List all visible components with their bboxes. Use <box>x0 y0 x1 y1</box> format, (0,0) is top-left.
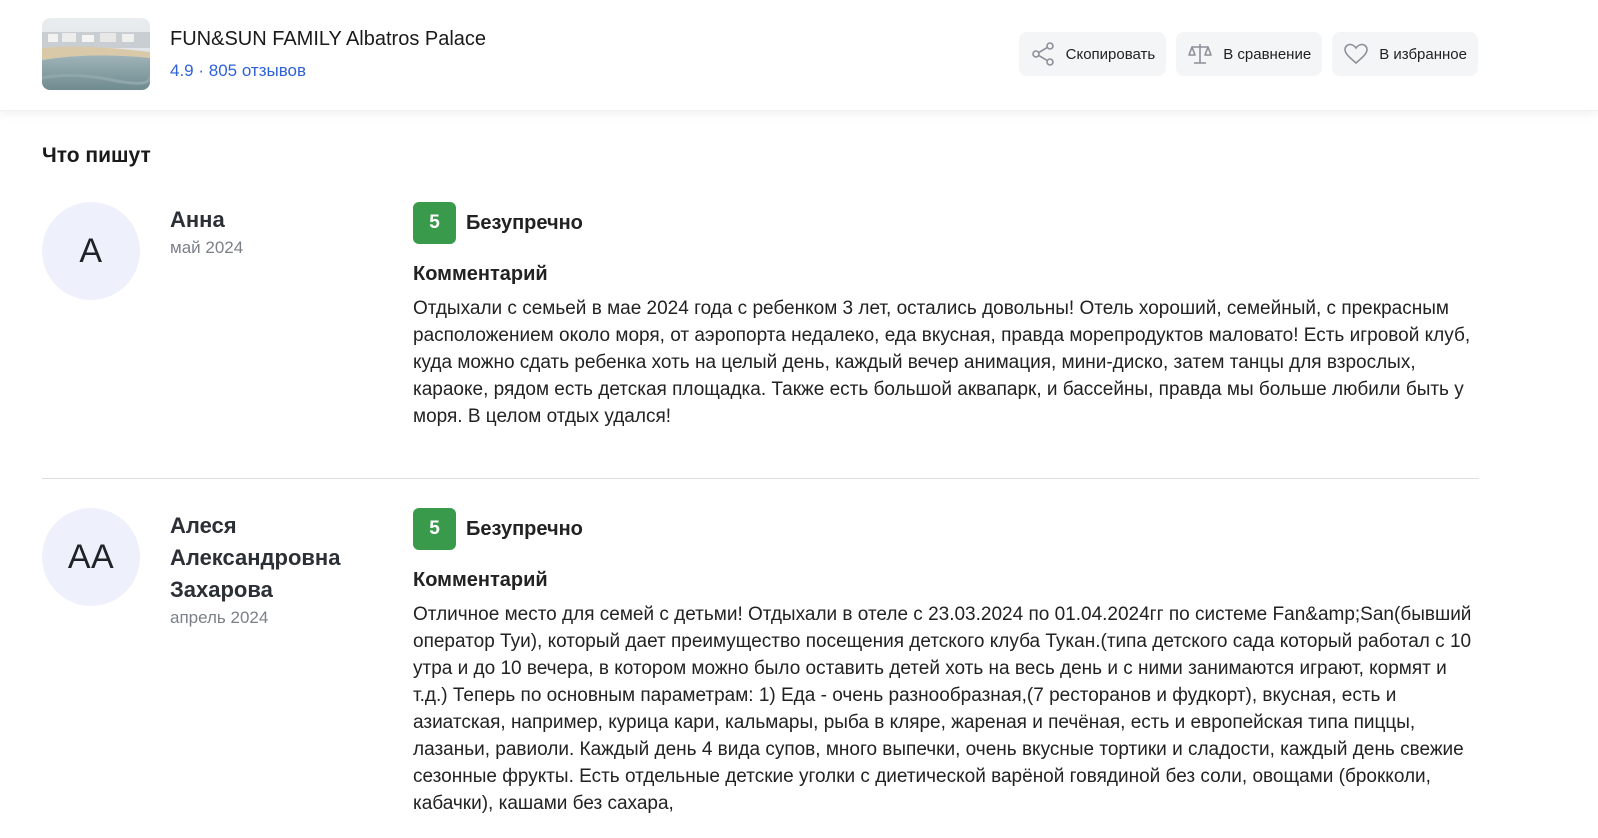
scales-icon <box>1187 41 1213 67</box>
header-actions: Скопировать В сравнение В избранное <box>1018 32 1478 76</box>
review-author: Анна май 2024 <box>170 204 380 258</box>
favorite-button[interactable]: В избранное <box>1332 32 1478 76</box>
review-body: 5 Безупречно Комментарий Отдыхали с семь… <box>413 202 1479 430</box>
hotel-header: FUN&SUN FAMILY Albatros Palace 4.9 · 805… <box>0 0 1598 111</box>
score-badge: 5 <box>413 508 456 550</box>
hotel-name: FUN&SUN FAMILY Albatros Palace <box>170 28 487 50</box>
copy-button[interactable]: Скопировать <box>1018 32 1167 76</box>
comment-heading: Комментарий <box>413 263 548 285</box>
score-row: 5 Безупречно <box>413 508 1479 550</box>
comment-text: Отличное место для семей с детьми! Отдых… <box>413 604 1472 814</box>
rating-reviews-link[interactable]: 4.9 · 805 отзывов <box>170 61 306 81</box>
comment-heading: Комментарий <box>413 569 548 591</box>
comment-text: Отдыхали с семьей в мае 2024 года с ребе… <box>413 298 1471 427</box>
hotel-thumbnail[interactable] <box>42 18 150 90</box>
share-icon <box>1030 41 1056 67</box>
score-row: 5 Безупречно <box>413 202 1479 244</box>
review-date: апрель 2024 <box>170 608 269 627</box>
author-name: Алеся Александровна Захарова <box>170 513 341 602</box>
review-item: АА Алеся Александровна Захарова апрель 2… <box>42 508 1479 838</box>
heart-icon <box>1343 41 1369 67</box>
compare-button[interactable]: В сравнение <box>1176 32 1323 76</box>
favorite-button-label: В избранное <box>1379 45 1467 63</box>
score-label: Безупречно <box>466 211 583 234</box>
score-badge: 5 <box>413 202 456 244</box>
section-title: Что пишут <box>42 144 151 167</box>
score-label: Безупречно <box>466 517 583 540</box>
avatar: А <box>42 202 140 300</box>
compare-button-label: В сравнение <box>1223 45 1312 63</box>
copy-button-label: Скопировать <box>1065 45 1156 63</box>
review-item: А Анна май 2024 5 Безупречно Комментарий… <box>42 202 1479 479</box>
review-date: май 2024 <box>170 238 244 257</box>
avatar: АА <box>42 508 140 606</box>
review-author: Алеся Александровна Захарова апрель 2024 <box>170 510 380 628</box>
review-body: 5 Безупречно Комментарий Отличное место … <box>413 508 1479 817</box>
author-name: Анна <box>170 207 225 232</box>
